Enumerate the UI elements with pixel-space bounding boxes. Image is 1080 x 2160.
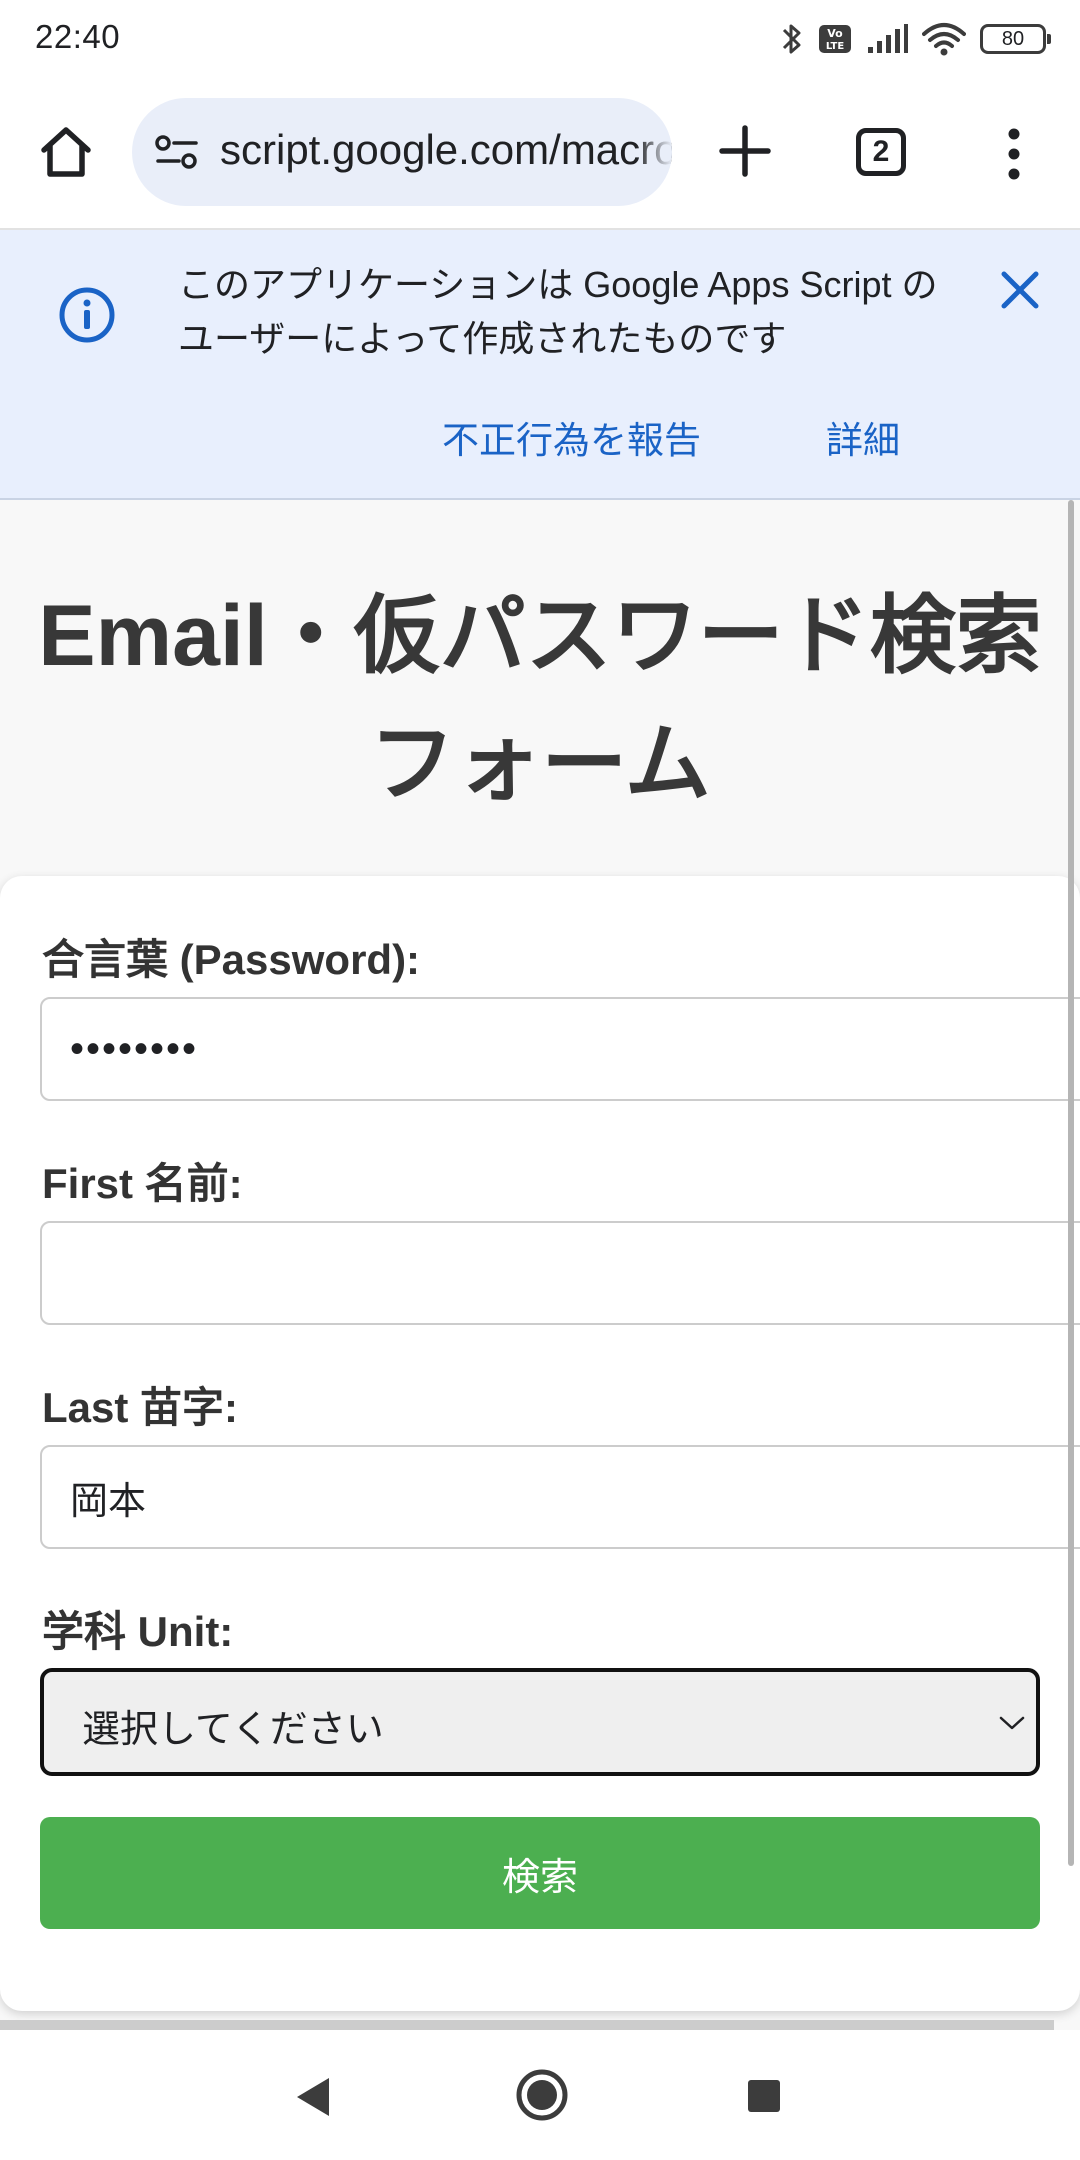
volte-icon: Vo LTE: [819, 25, 851, 53]
battery-level: 80: [1001, 27, 1025, 50]
first-name-label: First 名前:: [42, 1160, 243, 1207]
home-icon[interactable]: [36, 122, 96, 182]
tab-count: 2: [872, 135, 890, 168]
status-time: 22:40: [35, 18, 121, 55]
tabs-icon[interactable]: 2: [856, 128, 906, 176]
search-form: 合言葉 (Password): First 名前: Last 苗字: 学科 Un…: [0, 876, 1080, 2011]
details-link[interactable]: 詳細: [826, 410, 900, 464]
first-name-field[interactable]: [40, 1221, 1080, 1325]
info-icon: [59, 287, 115, 343]
svg-text:Vo: Vo: [827, 27, 843, 40]
home-circle-icon[interactable]: [515, 2068, 569, 2122]
close-icon[interactable]: [996, 266, 1044, 314]
page-scrollbar[interactable]: [1068, 500, 1074, 1866]
signal-icon: [868, 24, 908, 53]
wifi-icon: [922, 23, 966, 56]
status-bar: 22:40 Vo LTE 80: [0, 0, 1080, 78]
bluetooth-icon: [782, 24, 801, 54]
url-bar[interactable]: script.google.com/macros/s: [132, 98, 672, 206]
report-abuse-link[interactable]: 不正行為を報告: [442, 410, 701, 464]
unit-select-value: 選択してください: [82, 1709, 384, 1751]
new-tab-icon[interactable]: [716, 122, 774, 180]
page-bottom-divider: [0, 2020, 1054, 2030]
page-title-line1: Email・仮パスワード検索: [38, 588, 1042, 684]
status-icons: Vo LTE 80: [780, 20, 1051, 58]
page-title: Email・仮パスワード検索 フォーム: [0, 572, 1080, 828]
last-name-field[interactable]: [40, 1445, 1080, 1549]
password-label: 合言葉 (Password):: [42, 936, 421, 983]
banner-message: このアプリケーションは Google Apps Script のユーザーによって…: [178, 264, 938, 359]
browser-toolbar: script.google.com/macros/s 2: [0, 78, 1080, 230]
site-settings-icon[interactable]: [154, 132, 200, 172]
url-text[interactable]: script.google.com/macros/s: [220, 126, 672, 174]
back-icon[interactable]: [293, 2074, 333, 2120]
last-name-label: Last 苗字:: [42, 1384, 239, 1431]
password-field[interactable]: [40, 997, 1080, 1101]
url-fade: [636, 98, 672, 206]
battery-icon: 80: [980, 24, 1051, 54]
page-title-line2: フォーム: [369, 716, 711, 812]
search-button[interactable]: 検索: [40, 1817, 1040, 1929]
web-page: Email・仮パスワード検索 フォーム 合言葉 (Password): Firs…: [0, 500, 1080, 2030]
recents-icon[interactable]: [746, 2078, 782, 2114]
svg-text:LTE: LTE: [826, 41, 845, 52]
unit-select[interactable]: 選択してください: [40, 1668, 1040, 1776]
chevron-down-icon: [999, 1716, 1025, 1730]
menu-icon[interactable]: [1000, 126, 1028, 182]
unit-label: 学科 Unit:: [42, 1608, 234, 1655]
